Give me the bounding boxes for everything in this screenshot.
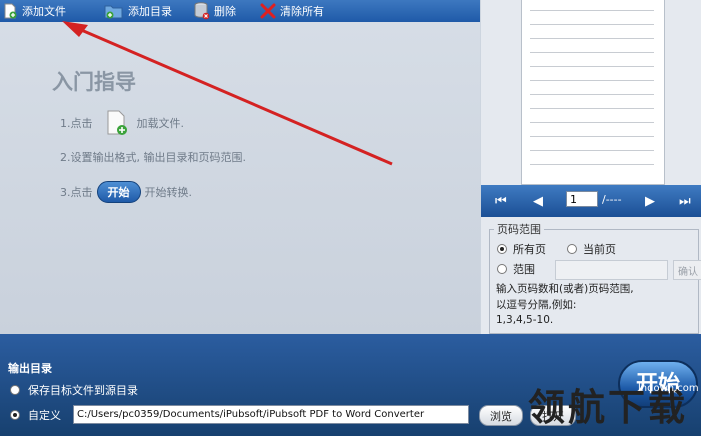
save-to-source-label: 保存目标文件到源目录 (28, 384, 138, 397)
guide-start-pill: 开始 (96, 181, 141, 203)
custom-dir-radio[interactable]: 自定义 (10, 407, 61, 423)
save-to-source-radio[interactable]: 保存目标文件到源目录 (10, 382, 138, 398)
toolbar: 添加文件 添加目录 删除 清除所有 (0, 0, 480, 22)
output-dir-title: 输出目录 (8, 362, 52, 375)
all-pages-radio[interactable]: 所有页 (497, 241, 546, 257)
preview-line (530, 108, 654, 109)
add-folder-button[interactable]: 添加目录 (102, 0, 178, 22)
range-hint: 输入页码数和(或者)页码范围, 以逗号分隔,例如: 1,3,4,5-10. (496, 282, 634, 329)
radio-unselected[interactable] (10, 385, 20, 395)
add-file-button[interactable]: 添加文件 (0, 0, 72, 22)
add-file-label: 添加文件 (22, 5, 66, 18)
preview-line (530, 150, 654, 151)
database-delete-icon (194, 2, 210, 20)
clear-all-button[interactable]: 清除所有 (258, 0, 330, 22)
preview-line (530, 52, 654, 53)
custom-range-radio[interactable]: 范围 (497, 261, 535, 277)
output-path-input[interactable] (73, 405, 469, 424)
add-folder-label: 添加目录 (128, 5, 172, 18)
add-file-icon (107, 110, 127, 135)
preview-line (530, 80, 654, 81)
page-range-legend: 页码范围 (494, 221, 544, 237)
clear-all-label: 清除所有 (280, 5, 324, 18)
current-page-radio[interactable]: 当前页 (567, 241, 616, 257)
radio-selected[interactable] (10, 410, 20, 420)
page-number-input[interactable] (566, 191, 598, 207)
first-page-icon[interactable]: ⏮ (495, 194, 507, 209)
step1-prefix: 1.点击 (60, 117, 93, 130)
confirm-range-button[interactable]: 确认 (673, 260, 701, 280)
hint-line: 1,3,4,5-10. (496, 314, 554, 326)
hint-line: 以逗号分隔,例如: (496, 298, 577, 311)
preview-line (530, 10, 654, 11)
red-x-icon (260, 3, 276, 19)
preview-line (530, 164, 654, 165)
last-page-icon[interactable]: ⏭ (679, 194, 691, 209)
radio-unselected[interactable] (567, 244, 577, 254)
step1-suffix: 加载文件. (136, 117, 185, 130)
custom-dir-label: 自定义 (28, 409, 61, 422)
browse-button[interactable]: 浏览 (479, 405, 523, 426)
watermark-url: lhdown.com (638, 383, 699, 394)
preview-line (530, 66, 654, 67)
guide-step-3: 3.点击 开始 开始转换. (60, 181, 192, 203)
preview-line (530, 94, 654, 95)
delete-button[interactable]: 删除 (192, 0, 242, 22)
page-navigation: ⏮ ◀ /---- ▶ ⏭ (481, 185, 701, 217)
preview-line (530, 24, 654, 25)
guide-step-1: 1.点击 加载文件. (60, 110, 184, 136)
range-input[interactable] (555, 260, 668, 280)
delete-label: 删除 (214, 5, 236, 18)
guide-title: 入门指导 (52, 70, 136, 94)
guide-step-2: 2.设置输出格式, 输出目录和页码范围. (60, 151, 246, 164)
page-preview (521, 0, 665, 185)
add-file-icon (4, 3, 17, 19)
preview-line (530, 136, 654, 137)
page-total: /---- (602, 193, 622, 206)
next-page-icon[interactable]: ▶ (645, 194, 655, 209)
custom-range-label: 范围 (513, 263, 535, 276)
radio-unselected[interactable] (497, 264, 507, 274)
step3-suffix: 开始转换. (144, 186, 193, 199)
add-folder-icon (104, 5, 123, 19)
preview-line (530, 122, 654, 123)
hint-line: 输入页码数和(或者)页码范围, (496, 283, 634, 295)
step3-prefix: 3.点击 (60, 186, 93, 199)
getting-started-panel: 入门指导 1.点击 加载文件. 2.设置输出格式, 输出目录和页码范围. 3.点… (0, 22, 480, 334)
all-pages-label: 所有页 (513, 243, 546, 256)
current-page-label: 当前页 (583, 243, 616, 256)
radio-selected[interactable] (497, 244, 507, 254)
prev-page-icon[interactable]: ◀ (533, 194, 543, 209)
preview-line (530, 38, 654, 39)
